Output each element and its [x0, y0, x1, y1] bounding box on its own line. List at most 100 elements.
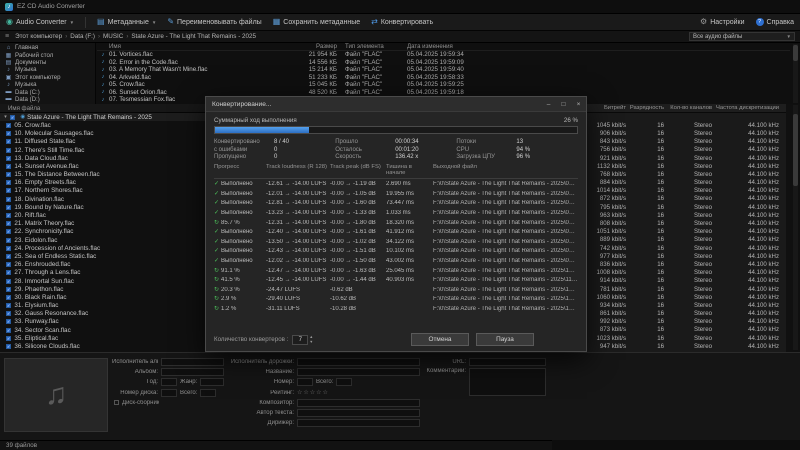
- save-metadata-button[interactable]: ▦ Сохранить метаданные: [273, 18, 360, 26]
- track-checkbox[interactable]: ✓: [6, 295, 11, 300]
- track-checkbox[interactable]: ✓: [6, 156, 11, 161]
- status-text: 1.2 %: [221, 306, 236, 312]
- track-list-scrollbar[interactable]: [793, 105, 798, 350]
- save-metadata-label: Сохранить метаданные: [283, 19, 360, 26]
- album-art-placeholder[interactable]: ♫: [4, 358, 108, 432]
- track-checkbox[interactable]: ✓: [6, 172, 11, 177]
- step-down-icon[interactable]: ▼: [309, 340, 313, 345]
- sidebar-item-documents[interactable]: ▤Документы: [0, 59, 95, 66]
- column-type[interactable]: Тип элемента: [337, 43, 399, 50]
- track-checkbox[interactable]: ✓: [6, 319, 11, 324]
- album-input[interactable]: [161, 368, 224, 376]
- track-artist-input[interactable]: [297, 358, 420, 366]
- converters-count[interactable]: 7: [292, 335, 308, 345]
- composer-input[interactable]: [297, 399, 420, 407]
- prop-bit-depth: 16: [626, 269, 664, 276]
- track-checkbox[interactable]: ✓: [6, 180, 11, 185]
- track-checkbox[interactable]: ✓: [6, 205, 11, 210]
- track-checkbox[interactable]: ✓: [6, 270, 11, 275]
- album-checkbox[interactable]: ✓: [10, 115, 15, 120]
- url-input[interactable]: [469, 358, 546, 366]
- metadata-menu[interactable]: ▤ Метаданные ▼: [97, 18, 156, 26]
- track-checkbox[interactable]: ✓: [6, 139, 11, 144]
- sidebar-item-drive[interactable]: ▬Data (C:): [0, 88, 95, 95]
- sidebar-item-music[interactable]: ♪Музыка: [0, 66, 95, 73]
- track-checkbox[interactable]: ✓: [6, 287, 11, 292]
- minimize-icon[interactable]: –: [541, 97, 556, 112]
- track-checkbox[interactable]: ✓: [6, 344, 11, 349]
- breadcrumb-item[interactable]: Data (F:): [70, 33, 95, 40]
- track-checkbox[interactable]: ✓: [6, 123, 11, 128]
- audio-filter-select[interactable]: Все аудио файлы ▼: [689, 32, 795, 41]
- breadcrumb-item[interactable]: State Azure - The Light That Remains - 2…: [131, 33, 256, 40]
- track-checkbox[interactable]: ✓: [6, 336, 11, 341]
- track-checkbox[interactable]: ✓: [6, 254, 11, 259]
- close-icon[interactable]: ×: [571, 97, 586, 112]
- maximize-icon[interactable]: □: [556, 97, 571, 112]
- column-date[interactable]: Дата изменения: [399, 43, 483, 50]
- stat: Пропущено0: [214, 154, 335, 160]
- explorer-file-row[interactable]: ♪04. Arkveld.flac51 233 КБФайл "FLAC"05.…: [97, 74, 790, 82]
- converters-stepper[interactable]: ▲▼: [309, 335, 313, 344]
- audio-converter-menu[interactable]: ◉ Audio Converter ▼: [6, 18, 74, 26]
- column-bit-depth[interactable]: Разрядность: [626, 105, 664, 111]
- rename-files-button[interactable]: ✎ Переименовывать файлы: [167, 18, 261, 26]
- scrollbar-thumb[interactable]: [793, 45, 798, 61]
- title-input[interactable]: [297, 368, 420, 376]
- explorer-file-row[interactable]: ♪05. Crow.flac15 045 КБФайл "FLAC"05.04.…: [97, 81, 790, 89]
- track-checkbox[interactable]: ✓: [6, 229, 11, 234]
- year-input[interactable]: [161, 378, 177, 386]
- breadcrumb-item[interactable]: MUSIC: [103, 33, 123, 40]
- menu-icon[interactable]: ≡: [5, 33, 9, 40]
- track-checkbox[interactable]: ✓: [6, 188, 11, 193]
- explorer-file-row[interactable]: ♪06. Sunset Orion.flac48 520 КБФайл "FLA…: [97, 89, 790, 97]
- collapse-icon[interactable]: ▾: [2, 114, 9, 120]
- number-input[interactable]: [297, 378, 313, 386]
- sidebar-item-music[interactable]: ♪Музыка: [0, 81, 95, 88]
- cancel-button[interactable]: Отмена: [411, 333, 469, 346]
- track-checkbox[interactable]: ✓: [6, 246, 11, 251]
- column-size[interactable]: Размер: [287, 43, 337, 50]
- compilation-checkbox[interactable]: [114, 400, 119, 405]
- track-checkbox[interactable]: ✓: [6, 164, 11, 169]
- track-checkbox[interactable]: ✓: [6, 311, 11, 316]
- track-checkbox[interactable]: ✓: [6, 328, 11, 333]
- explorer-file-row[interactable]: ♪02. Error in the Code.flac14 556 КБФайл…: [97, 59, 790, 67]
- disc-number-input[interactable]: [161, 389, 177, 397]
- track-checkbox[interactable]: ✓: [6, 238, 11, 243]
- sidebar-item-computer[interactable]: ▣Этот компьютер: [0, 74, 95, 81]
- disc-total-input[interactable]: [200, 389, 216, 397]
- comment-input[interactable]: [469, 368, 546, 396]
- convert-button[interactable]: ⇄ Конвертировать: [371, 18, 433, 26]
- rating-stars[interactable]: ☆☆☆☆☆: [297, 389, 329, 396]
- explorer-file-row[interactable]: ♪03. A Memory That Wasn't Mine.flac15 21…: [97, 66, 790, 74]
- explorer-file-row[interactable]: ♪01. Vortices.flac21 954 КБФайл "FLAC"05…: [97, 51, 790, 59]
- number-total-input[interactable]: [336, 378, 352, 386]
- track-checkbox[interactable]: ✓: [6, 303, 11, 308]
- column-name[interactable]: Имя: [97, 43, 287, 50]
- track-checkbox[interactable]: ✓: [6, 131, 11, 136]
- track-checkbox[interactable]: ✓: [6, 279, 11, 284]
- column-filename[interactable]: Имя файла: [0, 105, 218, 112]
- track-checkbox[interactable]: ✓: [6, 148, 11, 153]
- album-artist-input[interactable]: [161, 358, 224, 366]
- breadcrumb-item[interactable]: Этот компьютер: [15, 33, 62, 40]
- help-button[interactable]: ? Справка: [756, 18, 794, 26]
- track-checkbox[interactable]: ✓: [6, 262, 11, 267]
- pause-button[interactable]: Пауза: [476, 333, 534, 346]
- genre-input[interactable]: [200, 378, 224, 386]
- track-checkbox[interactable]: ✓: [6, 213, 11, 218]
- sidebar-item-drive[interactable]: ▬Data (D:): [0, 96, 95, 103]
- explorer-scrollbar[interactable]: [793, 44, 798, 103]
- lyricist-input[interactable]: [297, 409, 420, 417]
- sidebar-item-desktop[interactable]: ▦Рабочий стол: [0, 51, 95, 58]
- total-progress-bar: [214, 126, 578, 134]
- track-checkbox[interactable]: ✓: [6, 197, 11, 202]
- scrollbar-thumb[interactable]: [793, 114, 798, 186]
- column-channels[interactable]: Кол-во каналов: [664, 105, 712, 111]
- conductor-input[interactable]: [297, 419, 420, 427]
- column-sample-rate[interactable]: Частота дискретизации: [712, 105, 783, 111]
- settings-button[interactable]: ⚙ Настройки: [700, 18, 745, 26]
- sidebar-item-home[interactable]: ⌂Главная: [0, 44, 95, 51]
- track-checkbox[interactable]: ✓: [6, 221, 11, 226]
